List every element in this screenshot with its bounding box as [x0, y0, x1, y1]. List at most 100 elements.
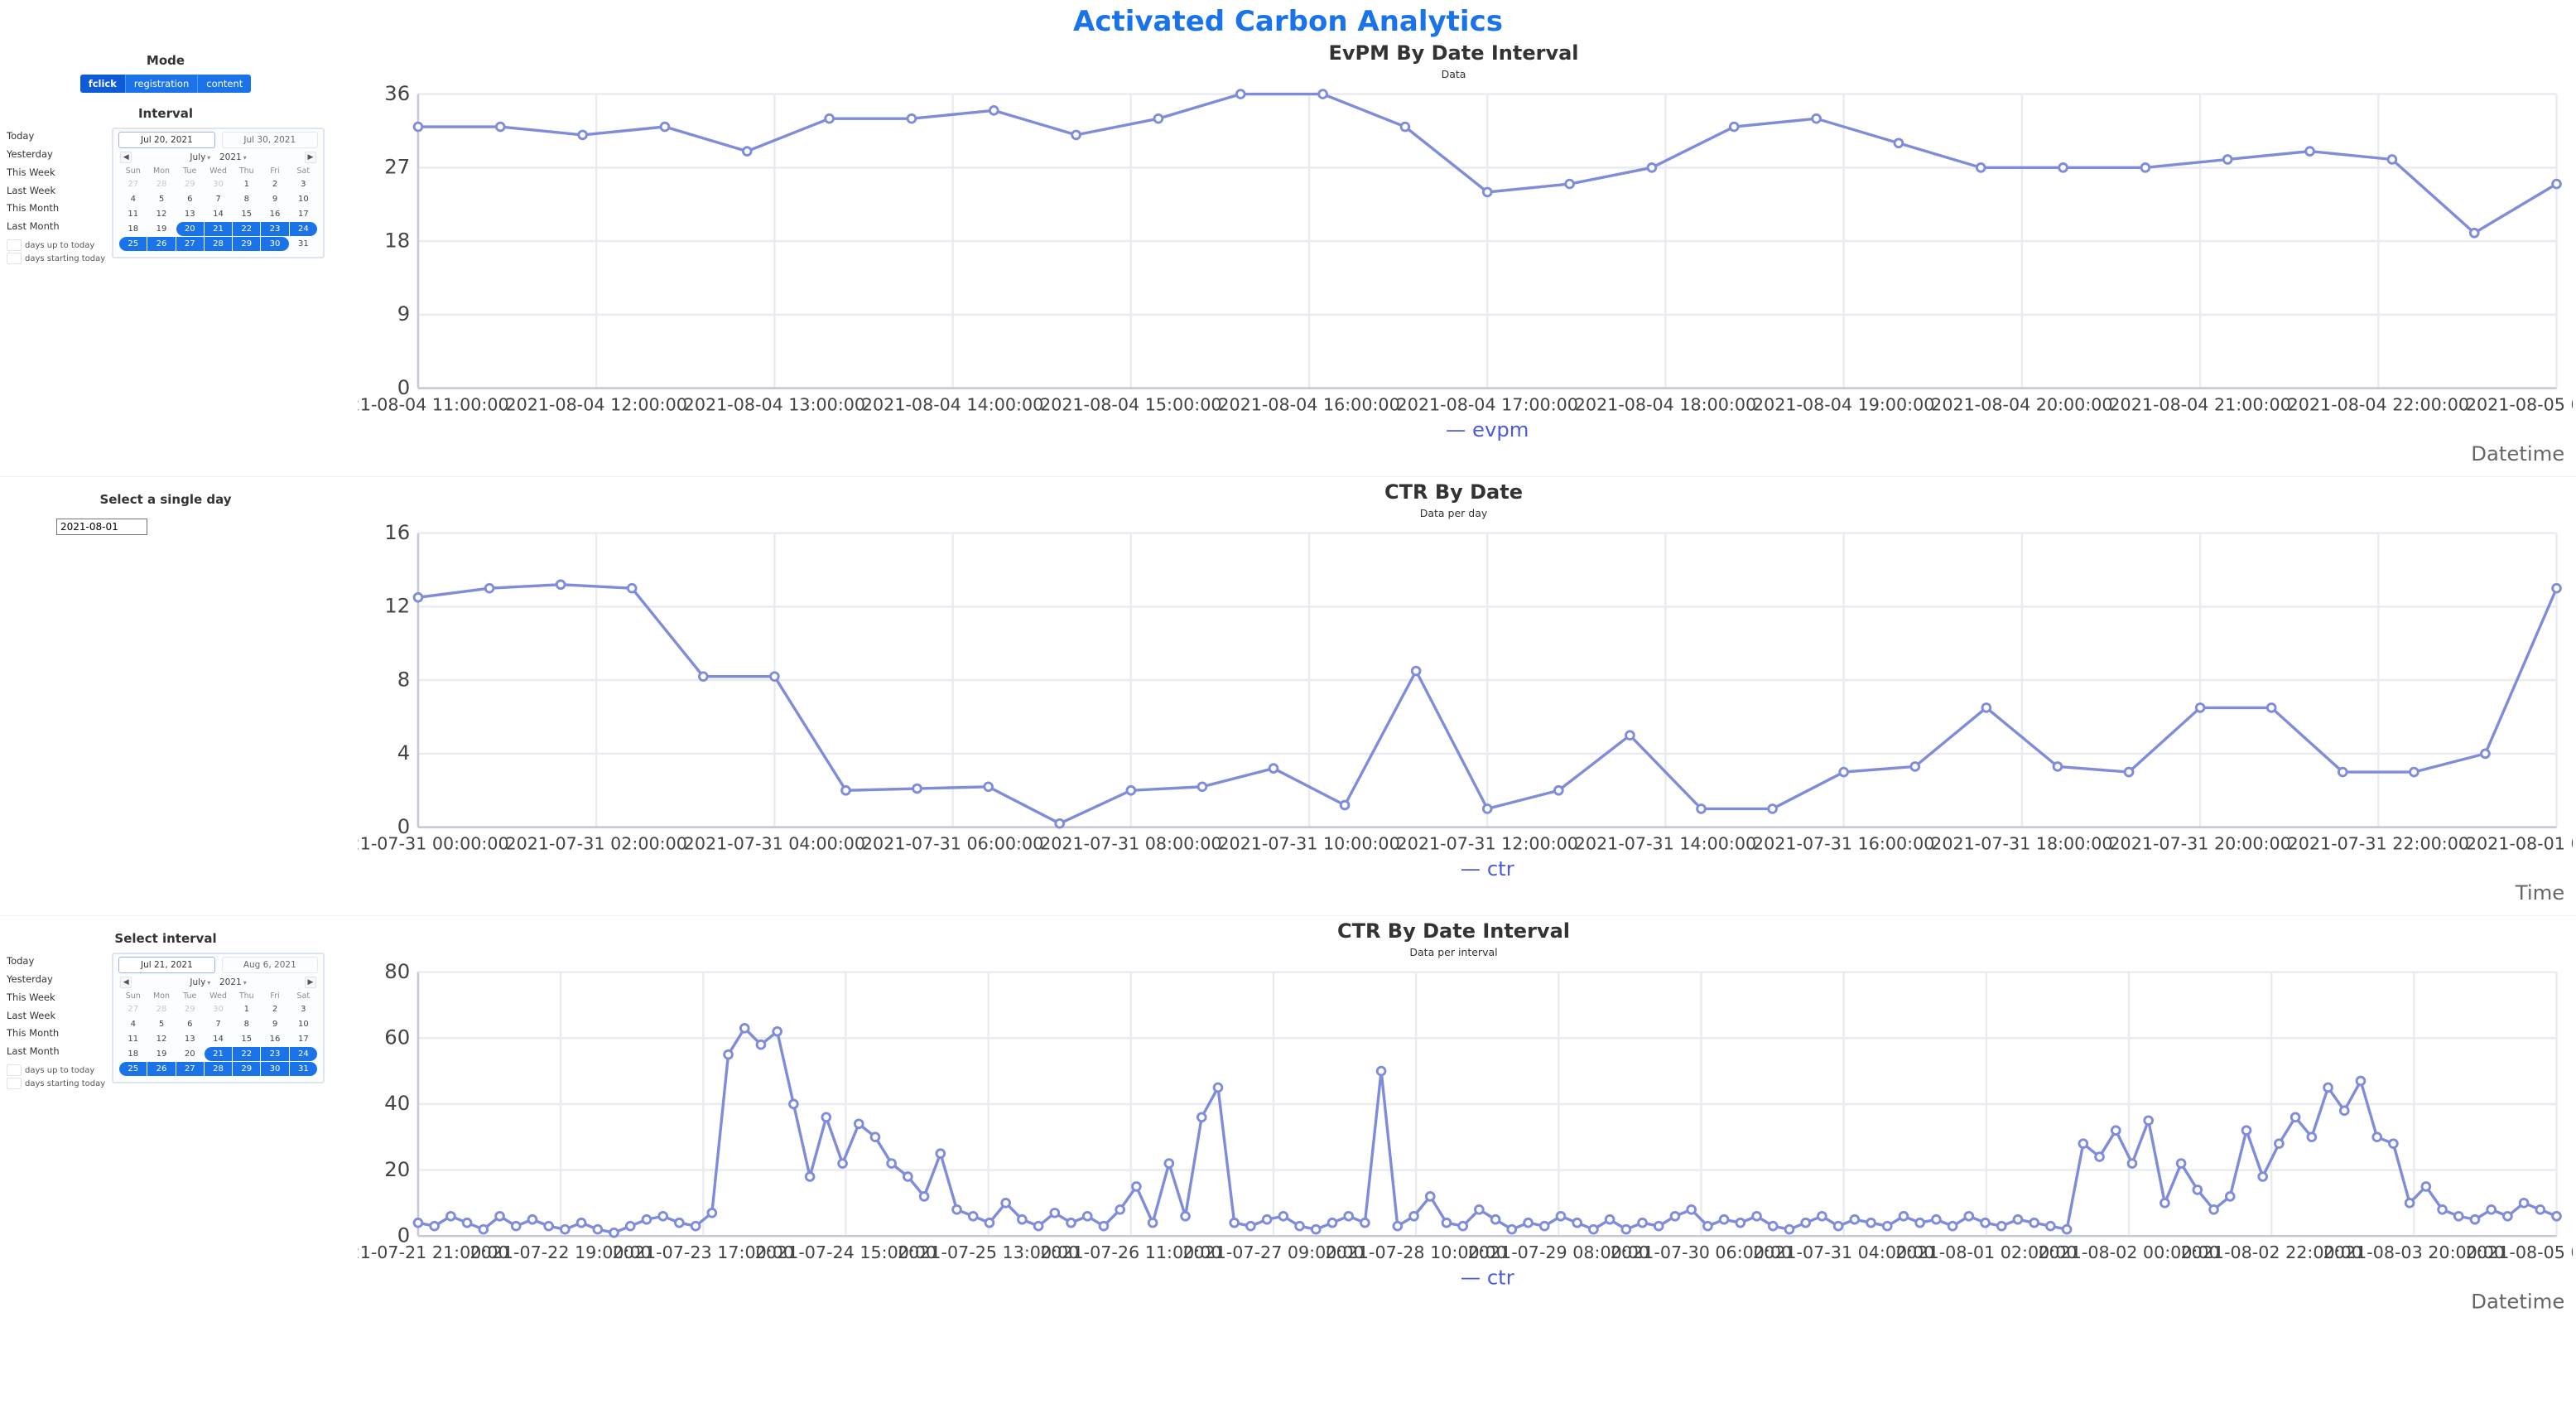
calendar-day[interactable]: 27	[176, 237, 204, 251]
date-from-field[interactable]: Jul 21, 2021	[118, 957, 214, 973]
calendar-day[interactable]: 31	[290, 237, 317, 251]
calendar-day[interactable]: 6	[176, 1017, 204, 1031]
date-to-field[interactable]: Jul 30, 2021	[222, 132, 318, 148]
calendar-day[interactable]: 3	[290, 1002, 317, 1016]
days-starting-input[interactable]	[7, 1078, 22, 1089]
date-from-field[interactable]: Jul 20, 2021	[118, 132, 214, 148]
calendar-day[interactable]: 21	[205, 1047, 232, 1061]
calendar-day[interactable]: 19	[147, 222, 175, 236]
calendar-day[interactable]: 2	[261, 1002, 288, 1016]
date-to-field[interactable]: Aug 6, 2021	[222, 957, 318, 973]
calendar-day[interactable]: 29	[233, 237, 260, 251]
calendar-day[interactable]: 15	[233, 207, 260, 221]
calendar-day[interactable]: 30	[261, 237, 288, 251]
calendar-day[interactable]: 22	[233, 1047, 260, 1061]
month-select[interactable]: July ▾ 2021 ▾	[190, 152, 246, 162]
calendar-day[interactable]: 2	[261, 177, 288, 191]
calendar-day[interactable]: 15	[233, 1032, 260, 1046]
preset-this-month[interactable]: This Month	[7, 200, 105, 218]
calendar-day[interactable]: 10	[290, 1017, 317, 1031]
calendar-day[interactable]: 19	[147, 1047, 175, 1061]
preset-this-week[interactable]: This Week	[7, 989, 105, 1007]
calendar-day[interactable]: 21	[205, 222, 232, 236]
preset-last-week[interactable]: Last Week	[7, 182, 105, 200]
preset-today[interactable]: Today	[7, 128, 105, 146]
preset-last-month[interactable]: Last Month	[7, 218, 105, 236]
calendar-day[interactable]: 12	[147, 1032, 175, 1046]
days-up-input[interactable]	[7, 239, 22, 251]
calendar-day[interactable]: 13	[176, 207, 204, 221]
single-day-input[interactable]	[56, 519, 147, 535]
next-month-icon[interactable]: ▶	[305, 977, 316, 988]
calendar-day[interactable]: 18	[119, 1047, 147, 1061]
preset-today[interactable]: Today	[7, 953, 105, 971]
calendar-day[interactable]: 29	[176, 1002, 204, 1016]
calendar-day[interactable]: 27	[119, 177, 147, 191]
calendar-day[interactable]: 8	[233, 1017, 260, 1031]
calendar-day[interactable]: 26	[147, 1062, 175, 1076]
calendar-day[interactable]: 7	[205, 192, 232, 206]
calendar-day[interactable]: 6	[176, 192, 204, 206]
calendar-day[interactable]: 5	[147, 192, 175, 206]
mode-content-button[interactable]: content	[197, 75, 251, 93]
calendar-day[interactable]: 4	[119, 1017, 147, 1031]
calendar-day[interactable]: 24	[290, 222, 317, 236]
month-select[interactable]: July ▾ 2021 ▾	[190, 977, 246, 987]
calendar-day[interactable]: 12	[147, 207, 175, 221]
calendar-day[interactable]: 5	[147, 1017, 175, 1031]
calendar-day[interactable]: 28	[147, 1002, 175, 1016]
chart3-svg[interactable]: 0204060802021-07-21 21:00:002021-07-22 1…	[358, 960, 2573, 1313]
preset-this-month[interactable]: This Month	[7, 1025, 105, 1043]
calendar-day[interactable]: 28	[147, 177, 175, 191]
calendar-day[interactable]: 27	[176, 1062, 204, 1076]
mode-registration-button[interactable]: registration	[125, 75, 197, 93]
calendar-day[interactable]: 1	[233, 177, 260, 191]
calendar-day[interactable]: 27	[119, 1002, 147, 1016]
calendar-day[interactable]: 30	[261, 1062, 288, 1076]
calendar-day[interactable]: 24	[290, 1047, 317, 1061]
mode-fclick-button[interactable]: fclick	[80, 75, 125, 93]
calendar-day[interactable]: 23	[261, 1047, 288, 1061]
calendar-day[interactable]: 8	[233, 192, 260, 206]
calendar-day[interactable]: 22	[233, 222, 260, 236]
calendar-day[interactable]: 16	[261, 207, 288, 221]
calendar-day[interactable]: 25	[119, 237, 147, 251]
calendar-day[interactable]: 10	[290, 192, 317, 206]
calendar-day[interactable]: 17	[290, 207, 317, 221]
days-starting-input[interactable]	[7, 253, 22, 264]
calendar-day[interactable]: 30	[205, 177, 232, 191]
preset-this-week[interactable]: This Week	[7, 164, 105, 182]
calendar-day[interactable]: 9	[261, 1017, 288, 1031]
prev-month-icon[interactable]: ◀	[120, 152, 132, 163]
calendar-day[interactable]: 28	[205, 237, 232, 251]
next-month-icon[interactable]: ▶	[305, 152, 316, 163]
calendar-day[interactable]: 17	[290, 1032, 317, 1046]
calendar-day[interactable]: 11	[119, 207, 147, 221]
calendar-day[interactable]: 14	[205, 1032, 232, 1046]
calendar-day[interactable]: 16	[261, 1032, 288, 1046]
preset-yesterday[interactable]: Yesterday	[7, 146, 105, 164]
calendar-day[interactable]: 30	[205, 1002, 232, 1016]
calendar-day[interactable]: 13	[176, 1032, 204, 1046]
calendar-day[interactable]: 23	[261, 222, 288, 236]
calendar-day[interactable]: 11	[119, 1032, 147, 1046]
calendar-day[interactable]: 18	[119, 222, 147, 236]
days-up-input[interactable]	[7, 1064, 22, 1076]
preset-last-month[interactable]: Last Month	[7, 1043, 105, 1061]
calendar-day[interactable]: 9	[261, 192, 288, 206]
calendar-day[interactable]: 20	[176, 1047, 204, 1061]
calendar-day[interactable]: 26	[147, 237, 175, 251]
calendar-day[interactable]: 20	[176, 222, 204, 236]
calendar-day[interactable]: 29	[233, 1062, 260, 1076]
calendar-day[interactable]: 3	[290, 177, 317, 191]
calendar-day[interactable]: 31	[290, 1062, 317, 1076]
chart2-svg[interactable]: 04812162021-07-31 00:00:002021-07-31 02:…	[358, 521, 2573, 904]
calendar-day[interactable]: 1	[233, 1002, 260, 1016]
chart1-svg[interactable]: 091827362021-08-04 11:00:002021-08-04 12…	[358, 82, 2573, 465]
preset-last-week[interactable]: Last Week	[7, 1007, 105, 1025]
calendar-day[interactable]: 7	[205, 1017, 232, 1031]
calendar-day[interactable]: 4	[119, 192, 147, 206]
calendar-day[interactable]: 29	[176, 177, 204, 191]
prev-month-icon[interactable]: ◀	[120, 977, 132, 988]
preset-yesterday[interactable]: Yesterday	[7, 971, 105, 989]
